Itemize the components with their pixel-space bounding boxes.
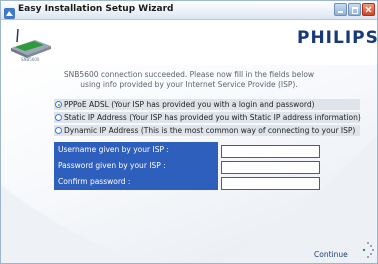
brand-logo: PHILIPS bbox=[297, 28, 378, 48]
wizard-window: Easy Installation Setup Wizard SNB5600 P… bbox=[0, 0, 378, 264]
status-message: SNB5600 connection succeeded. Please now… bbox=[1, 70, 377, 90]
device-label: SNB5600 bbox=[21, 57, 40, 62]
option-pppoe-label: PPPoE ADSL (Your ISP has provided you wi… bbox=[64, 100, 315, 109]
option-static-ip[interactable]: Static IP Address (Your ISP has provided… bbox=[54, 112, 361, 123]
option-static-ip-label: Static IP Address (Your ISP has provided… bbox=[64, 113, 361, 122]
username-label: Username given by your ISP : bbox=[58, 145, 169, 154]
window-title: Easy Installation Setup Wizard bbox=[18, 4, 174, 14]
password-label: Password given by your ISP : bbox=[58, 161, 166, 170]
option-dynamic-ip-label: Dynamic IP Address (This is the most com… bbox=[64, 126, 356, 135]
maximize-icon[interactable] bbox=[348, 3, 361, 16]
title-bar[interactable]: Easy Installation Setup Wizard bbox=[1, 1, 377, 20]
close-icon[interactable] bbox=[362, 3, 375, 16]
confirm-password-input[interactable] bbox=[221, 177, 320, 190]
radio-dynamic-ip[interactable] bbox=[55, 127, 62, 134]
option-dynamic-ip[interactable]: Dynamic IP Address (This is the most com… bbox=[54, 125, 360, 136]
status-message-line2: using info provided by your Internet Ser… bbox=[80, 80, 298, 89]
status-message-line1: SNB5600 connection succeeded. Please now… bbox=[63, 70, 315, 79]
app-icon bbox=[4, 4, 15, 19]
password-input[interactable] bbox=[221, 161, 320, 174]
wizard-header: SNB5600 PHILIPS bbox=[1, 20, 377, 65]
radio-static-ip[interactable] bbox=[55, 114, 62, 121]
confirm-password-label: Confirm password : bbox=[58, 177, 131, 186]
radio-pppoe[interactable] bbox=[55, 101, 62, 108]
minimize-icon[interactable] bbox=[334, 3, 347, 16]
credentials-panel: Username given by your ISP : Password gi… bbox=[54, 142, 218, 190]
continue-button[interactable]: Continue bbox=[314, 250, 348, 259]
router-device-icon bbox=[9, 26, 53, 60]
wizard-content: SNB5600 connection succeeded. Please now… bbox=[1, 65, 377, 263]
username-input[interactable] bbox=[221, 145, 320, 158]
option-pppoe[interactable]: PPPoE ADSL (Your ISP has provided you wi… bbox=[54, 99, 360, 110]
continue-arrow-icon[interactable] bbox=[359, 241, 375, 259]
